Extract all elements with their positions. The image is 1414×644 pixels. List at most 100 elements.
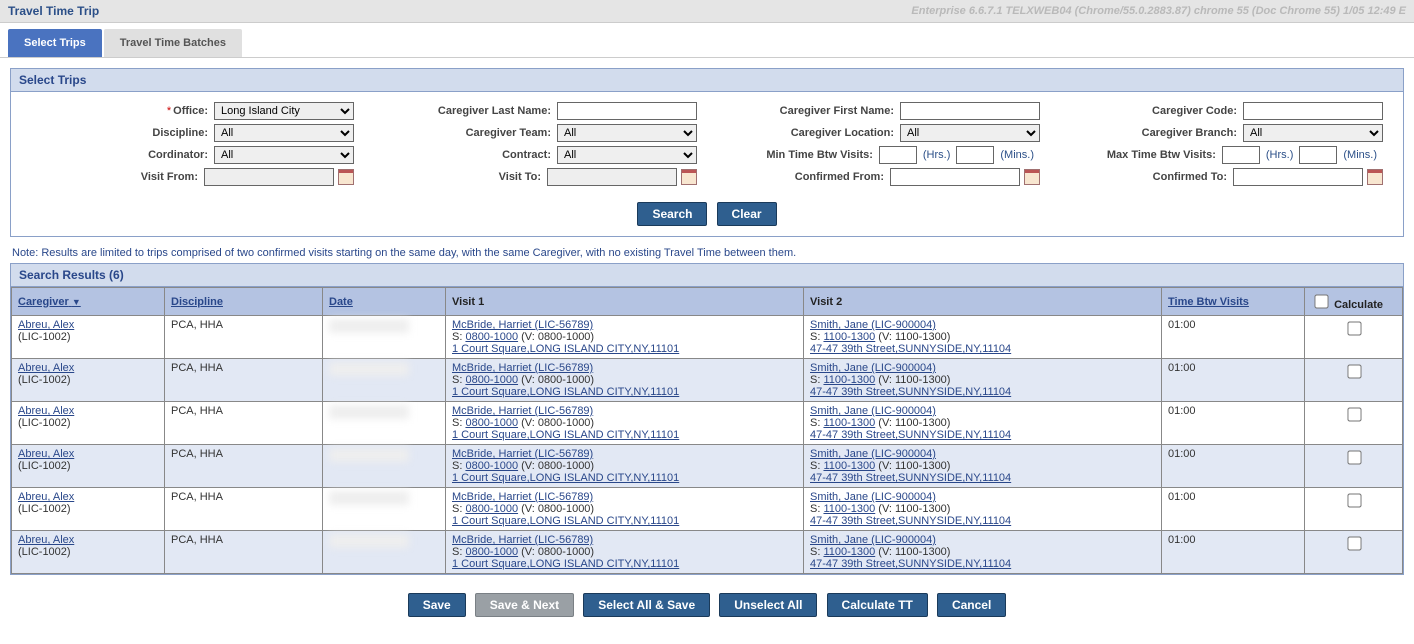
visit2-address-link[interactable]: 47-47 39th Street,SUNNYSIDE,NY,11104: [810, 429, 1011, 441]
mins-label-2: (Mins.): [1343, 149, 1377, 161]
calculate-row-checkbox[interactable]: [1347, 407, 1361, 421]
visit-from-input[interactable]: [204, 168, 334, 186]
label-caregiver-location: Caregiver Location:: [791, 127, 894, 139]
calendar-icon[interactable]: [681, 169, 697, 185]
contract-select[interactable]: All: [557, 146, 697, 164]
visit2-address-link[interactable]: 47-47 39th Street,SUNNYSIDE,NY,11104: [810, 558, 1011, 570]
visit2-schedule-link[interactable]: 1100-1300: [823, 331, 875, 343]
visit2-patient-link[interactable]: Smith, Jane (LIC-900004): [810, 405, 936, 417]
visit1-address-link[interactable]: 1 Court Square,LONG ISLAND CITY,NY,11101: [452, 472, 679, 484]
visit1-patient-link[interactable]: McBride, Harriet (LIC-56789): [452, 491, 593, 503]
visit2-address-link[interactable]: 47-47 39th Street,SUNNYSIDE,NY,11104: [810, 472, 1011, 484]
select-all-save-button[interactable]: Select All & Save: [583, 593, 710, 617]
col-time-btw[interactable]: Time Btw Visits: [1168, 296, 1249, 308]
label-caregiver-last-name: Caregiver Last Name:: [438, 105, 551, 117]
visit2-patient-link[interactable]: Smith, Jane (LIC-900004): [810, 362, 936, 374]
confirmed-to-input[interactable]: [1233, 168, 1363, 186]
caregiver-link[interactable]: Abreu, Alex: [18, 362, 74, 374]
visit2-patient-link[interactable]: Smith, Jane (LIC-900004): [810, 448, 936, 460]
calculate-row-checkbox[interactable]: [1347, 536, 1361, 550]
visit1-verified: (V: 0800-1000): [518, 417, 594, 429]
caregiver-last-name-input[interactable]: [557, 102, 697, 120]
visit1-address-link[interactable]: 1 Court Square,LONG ISLAND CITY,NY,11101: [452, 343, 679, 355]
visit2-address-link[interactable]: 47-47 39th Street,SUNNYSIDE,NY,11104: [810, 515, 1011, 527]
caregiver-link[interactable]: Abreu, Alex: [18, 534, 74, 546]
discipline-cell: PCA, HHA: [165, 316, 323, 359]
col-caregiver[interactable]: Caregiver ▼: [18, 296, 81, 308]
tab-travel-time-batches[interactable]: Travel Time Batches: [104, 29, 242, 57]
caregiver-link[interactable]: Abreu, Alex: [18, 491, 74, 503]
visit1-schedule-link[interactable]: 0800-1000: [465, 503, 518, 515]
calculate-row-checkbox[interactable]: [1347, 321, 1361, 335]
min-mins-input[interactable]: [956, 146, 994, 164]
caregiver-link[interactable]: Abreu, Alex: [18, 405, 74, 417]
visit1-address-link[interactable]: 1 Court Square,LONG ISLAND CITY,NY,11101: [452, 558, 679, 570]
visit-to-input[interactable]: [547, 168, 677, 186]
label-visit-from: Visit From:: [141, 171, 198, 183]
confirmed-from-input[interactable]: [890, 168, 1020, 186]
caregiver-link[interactable]: Abreu, Alex: [18, 319, 74, 331]
min-hrs-input[interactable]: [879, 146, 917, 164]
visit2-schedule-link[interactable]: 1100-1300: [823, 460, 875, 472]
calculate-row-checkbox[interactable]: [1347, 493, 1361, 507]
visit2-address-link[interactable]: 47-47 39th Street,SUNNYSIDE,NY,11104: [810, 386, 1011, 398]
col-discipline[interactable]: Discipline: [171, 296, 223, 308]
visit2-address-link[interactable]: 47-47 39th Street,SUNNYSIDE,NY,11104: [810, 343, 1011, 355]
max-hrs-input[interactable]: [1222, 146, 1260, 164]
date-cell: [323, 445, 446, 488]
visit2-patient-link[interactable]: Smith, Jane (LIC-900004): [810, 491, 936, 503]
label-office: Office:: [173, 105, 208, 117]
discipline-select[interactable]: All: [214, 124, 354, 142]
save-button[interactable]: Save: [408, 593, 466, 617]
visit1-schedule-link[interactable]: 0800-1000: [465, 460, 518, 472]
label-coordinator: Cordinator:: [148, 149, 208, 161]
visit1-schedule-link[interactable]: 0800-1000: [465, 417, 518, 429]
clear-button[interactable]: Clear: [717, 202, 777, 226]
cancel-button[interactable]: Cancel: [937, 593, 1006, 617]
office-select[interactable]: Long Island City: [214, 102, 354, 120]
caregiver-code-input[interactable]: [1243, 102, 1383, 120]
caregiver-location-select[interactable]: All: [900, 124, 1040, 142]
visit2-schedule-link[interactable]: 1100-1300: [823, 503, 875, 515]
results-table: Caregiver ▼ Discipline Date Visit 1 Visi…: [11, 287, 1403, 574]
visit1-patient-link[interactable]: McBride, Harriet (LIC-56789): [452, 405, 593, 417]
visit1-address-link[interactable]: 1 Court Square,LONG ISLAND CITY,NY,11101: [452, 386, 679, 398]
visit2-patient-link[interactable]: Smith, Jane (LIC-900004): [810, 319, 936, 331]
caregiver-link[interactable]: Abreu, Alex: [18, 448, 74, 460]
visit1-schedule-link[interactable]: 0800-1000: [465, 374, 518, 386]
visit1-patient-link[interactable]: McBride, Harriet (LIC-56789): [452, 319, 593, 331]
caregiver-code: (LIC-1002): [18, 460, 71, 472]
coordinator-select[interactable]: All: [214, 146, 354, 164]
visit1-schedule-link[interactable]: 0800-1000: [465, 546, 518, 558]
label-discipline: Discipline:: [152, 127, 208, 139]
caregiver-branch-select[interactable]: All: [1243, 124, 1383, 142]
visit2-schedule-link[interactable]: 1100-1300: [823, 417, 875, 429]
calculate-row-checkbox[interactable]: [1347, 364, 1361, 378]
caregiver-first-name-input[interactable]: [900, 102, 1040, 120]
visit2-schedule-link[interactable]: 1100-1300: [823, 374, 875, 386]
visit1-address-link[interactable]: 1 Court Square,LONG ISLAND CITY,NY,11101: [452, 515, 679, 527]
calculate-all-checkbox[interactable]: [1314, 294, 1328, 308]
visit1-schedule-link[interactable]: 0800-1000: [465, 331, 518, 343]
calendar-icon[interactable]: [338, 169, 354, 185]
required-marker: *: [167, 105, 171, 117]
calendar-icon[interactable]: [1367, 169, 1383, 185]
unselect-all-button[interactable]: Unselect All: [719, 593, 817, 617]
visit1-patient-link[interactable]: McBride, Harriet (LIC-56789): [452, 534, 593, 546]
calendar-icon[interactable]: [1024, 169, 1040, 185]
save-next-button[interactable]: Save & Next: [475, 593, 574, 617]
visit1-patient-link[interactable]: McBride, Harriet (LIC-56789): [452, 448, 593, 460]
page-title: Travel Time Trip: [8, 4, 99, 18]
visit1-patient-link[interactable]: McBride, Harriet (LIC-56789): [452, 362, 593, 374]
tab-select-trips[interactable]: Select Trips: [8, 29, 102, 57]
search-button[interactable]: Search: [637, 202, 707, 226]
visit2-verified: (V: 1100-1300): [875, 460, 950, 472]
caregiver-team-select[interactable]: All: [557, 124, 697, 142]
calculate-tt-button[interactable]: Calculate TT: [827, 593, 928, 617]
visit2-patient-link[interactable]: Smith, Jane (LIC-900004): [810, 534, 936, 546]
max-mins-input[interactable]: [1299, 146, 1337, 164]
calculate-row-checkbox[interactable]: [1347, 450, 1361, 464]
col-date[interactable]: Date: [329, 296, 353, 308]
visit2-schedule-link[interactable]: 1100-1300: [823, 546, 875, 558]
visit1-address-link[interactable]: 1 Court Square,LONG ISLAND CITY,NY,11101: [452, 429, 679, 441]
